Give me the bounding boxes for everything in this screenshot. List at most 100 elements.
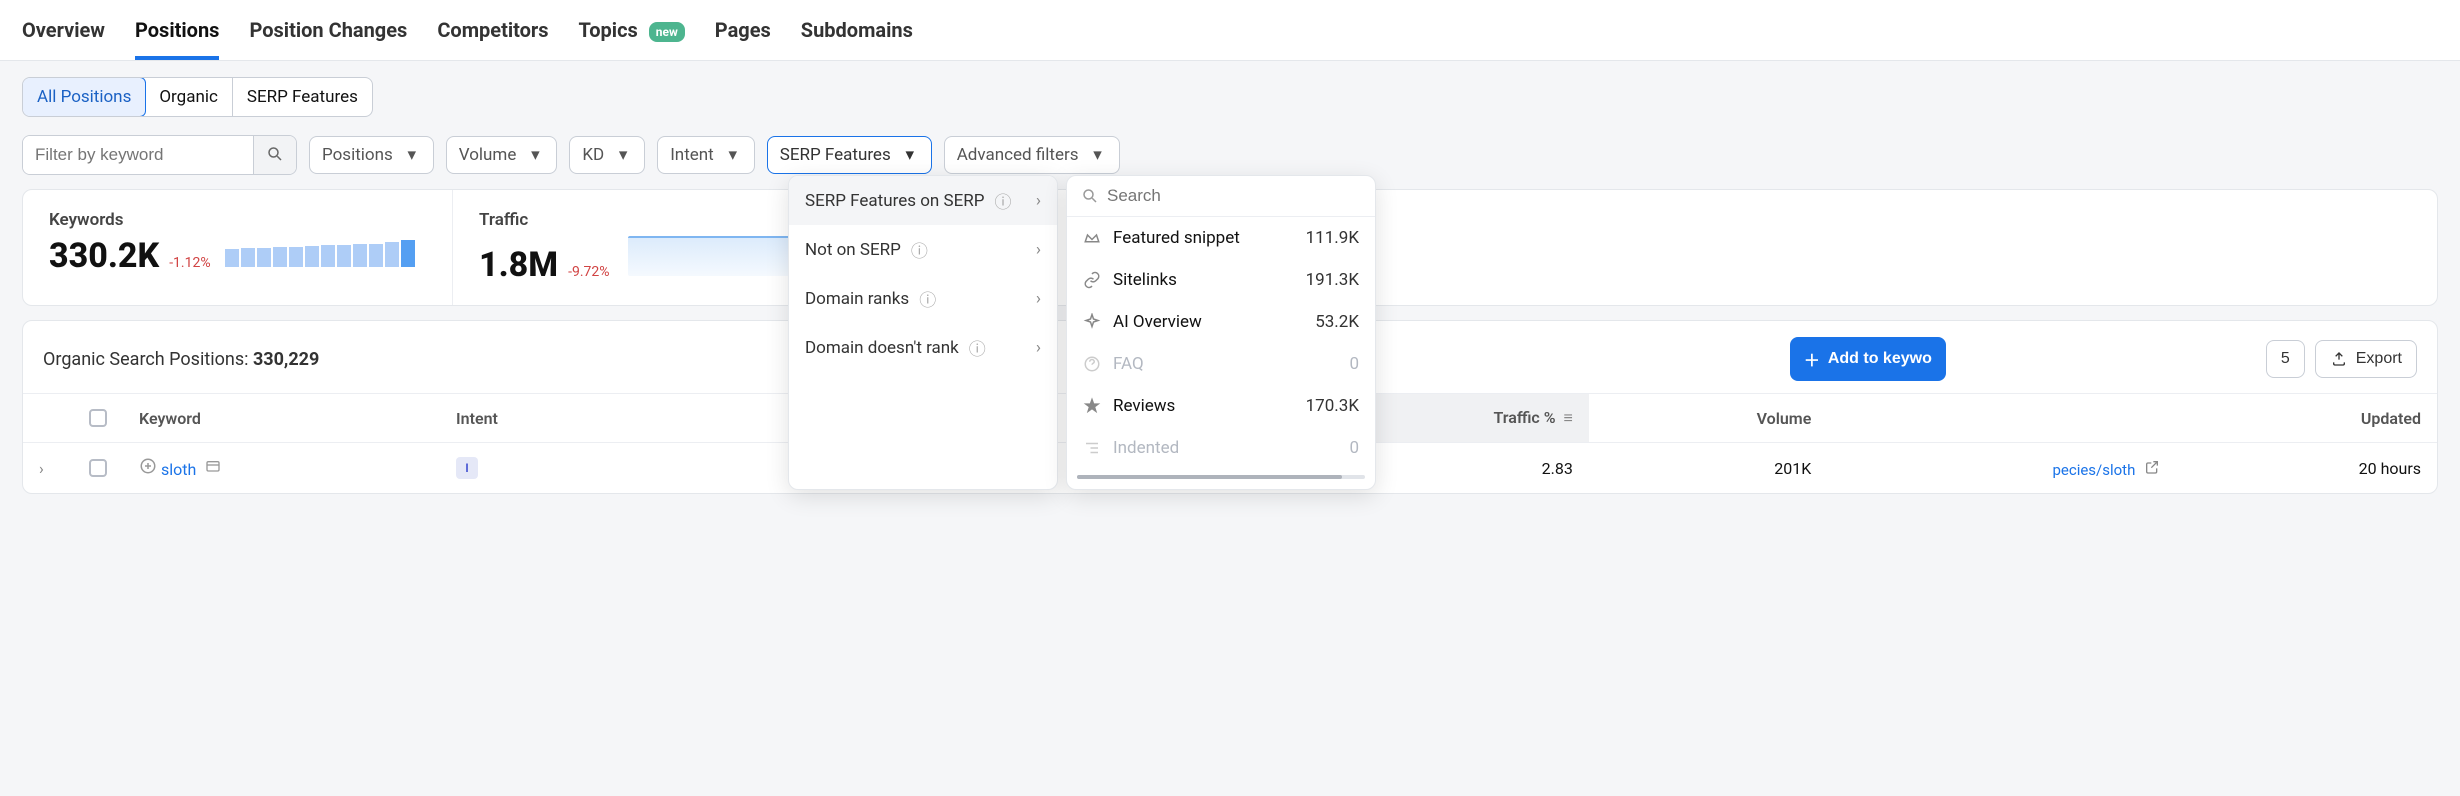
traffic-value: 1.8M: [479, 245, 558, 285]
serp-preview-icon[interactable]: [204, 458, 222, 476]
traffic-delta: -9.72%: [568, 264, 609, 280]
sort-icon: ≡: [1564, 408, 1573, 427]
subtab-all-positions[interactable]: All Positions: [22, 77, 146, 117]
info-icon[interactable]: ⓘ: [911, 237, 928, 262]
features-search-input[interactable]: [1107, 186, 1361, 206]
col-keyword[interactable]: Keyword: [123, 394, 440, 443]
manage-label: 5: [2281, 350, 2290, 368]
chevron-right-icon: ›: [1036, 289, 1041, 309]
chevron-down-icon: ▾: [724, 146, 742, 164]
add-to-keyword-button[interactable]: ＋ Add to keywo: [1790, 337, 1946, 381]
main-tabs: Overview Positions Position Changes Comp…: [0, 0, 2460, 61]
intent-badge: I: [456, 457, 478, 479]
keyword-filter-search-button[interactable]: [253, 136, 296, 174]
summary-keywords: Keywords 330.2K -1.12%: [23, 190, 453, 305]
external-link-icon[interactable]: [2143, 458, 2161, 476]
chevron-right-icon: ›: [1036, 191, 1041, 211]
filter-volume-label: Volume: [459, 145, 517, 165]
url-fragment[interactable]: pecies/sloth: [2052, 461, 2135, 479]
info-icon[interactable]: ⓘ: [969, 335, 986, 360]
chevron-down-icon: ▾: [403, 146, 421, 164]
feature-count: 53.2K: [1315, 312, 1359, 332]
tab-competitors[interactable]: Competitors: [437, 0, 548, 60]
summary-traffic: Traffic 1.8M -9.72%: [453, 190, 2437, 305]
info-icon[interactable]: ⓘ: [994, 188, 1011, 213]
plus-icon: ＋: [1804, 347, 1820, 371]
chevron-down-icon: ▾: [614, 146, 632, 164]
col-intent[interactable]: Intent: [440, 394, 643, 443]
features-scrollbar[interactable]: [1077, 475, 1365, 479]
feature-faq[interactable]: FAQ0: [1067, 343, 1375, 385]
filter-positions[interactable]: Positions ▾: [309, 136, 434, 174]
menu-label: Domain ranks: [805, 289, 909, 309]
star-icon: [1083, 397, 1101, 415]
subtab-serp-features[interactable]: SERP Features: [233, 78, 372, 116]
sparkle-icon: [1083, 313, 1101, 331]
tab-overview[interactable]: Overview: [22, 0, 105, 60]
export-icon: [2330, 350, 2348, 368]
info-icon[interactable]: ⓘ: [919, 286, 936, 311]
menu-label: SERP Features on SERP: [805, 191, 984, 211]
export-button[interactable]: Export: [2315, 340, 2417, 378]
menu-domain-doesnt-rank[interactable]: Domain doesn't rank ⓘ ›: [789, 323, 1057, 372]
filter-serp-features[interactable]: SERP Features ▾: [767, 136, 932, 174]
subtabs: All Positions Organic SERP Features: [0, 61, 2460, 127]
menu-domain-ranks[interactable]: Domain ranks ⓘ ›: [789, 274, 1057, 323]
tab-positions[interactable]: Positions: [135, 0, 219, 60]
filter-intent[interactable]: Intent ▾: [657, 136, 755, 174]
feature-count: 111.9K: [1306, 228, 1359, 248]
filter-kd[interactable]: KD ▾: [569, 136, 645, 174]
filter-advanced[interactable]: Advanced filters ▾: [944, 136, 1120, 174]
col-volume[interactable]: Volume: [1589, 394, 1827, 443]
feature-count: 170.3K: [1306, 396, 1359, 416]
chevron-down-icon: ▾: [901, 146, 919, 164]
manage-columns-button[interactable]: 5: [2266, 340, 2305, 378]
feature-indented[interactable]: Indented 0: [1067, 427, 1375, 469]
expand-row-icon[interactable]: ›: [39, 459, 44, 478]
filter-advanced-label: Advanced filters: [957, 145, 1079, 165]
table-title: Organic Search Positions: 330,229: [43, 349, 319, 370]
chevron-right-icon: ›: [1036, 240, 1041, 260]
subtab-organic[interactable]: Organic: [145, 78, 233, 116]
keyword-link[interactable]: sloth: [161, 460, 196, 479]
search-icon: [266, 145, 284, 163]
filter-volume[interactable]: Volume ▾: [446, 136, 558, 174]
row-checkbox[interactable]: [89, 459, 107, 477]
col-updated[interactable]: Updated: [2177, 394, 2437, 443]
serp-features-submenu: Featured snippet111.9KSitelinks191.3KAI …: [1066, 175, 1376, 490]
tab-subdomains[interactable]: Subdomains: [801, 0, 913, 60]
tab-pages[interactable]: Pages: [715, 0, 771, 60]
filter-serp-features-label: SERP Features: [780, 145, 891, 165]
feature-name: Indented: [1113, 438, 1179, 458]
table-title-count: 330,229: [253, 349, 319, 370]
new-badge: new: [649, 22, 685, 42]
feature-name: Reviews: [1113, 396, 1175, 416]
feature-ai-overview[interactable]: AI Overview 53.2K: [1067, 301, 1375, 343]
feature-name: AI Overview: [1113, 312, 1202, 332]
menu-serp-features-on-serp[interactable]: SERP Features on SERP ⓘ ›: [789, 176, 1057, 225]
feature-count: 0: [1349, 438, 1359, 458]
tab-topics[interactable]: Topics new: [579, 0, 685, 60]
select-all-checkbox[interactable]: [89, 409, 107, 427]
feature-featured-snippet[interactable]: Featured snippet111.9K: [1067, 217, 1375, 259]
keywords-delta: -1.12%: [169, 255, 210, 271]
features-search: [1067, 176, 1375, 217]
feature-reviews[interactable]: Reviews 170.3K: [1067, 385, 1375, 427]
filter-intent-label: Intent: [670, 145, 714, 165]
table-title-prefix: Organic Search Positions:: [43, 349, 253, 370]
keyword-filter-input[interactable]: [23, 136, 253, 174]
faq-icon: [1083, 355, 1101, 373]
tab-topics-label: Topics: [579, 18, 638, 42]
col-traffic-pct-label: Traffic %: [1493, 408, 1555, 427]
filter-kd-label: KD: [582, 145, 604, 165]
add-icon[interactable]: [139, 457, 157, 475]
tab-position-changes[interactable]: Position Changes: [249, 0, 407, 60]
feature-name: FAQ: [1113, 354, 1144, 374]
keywords-value: 330.2K: [49, 236, 159, 276]
menu-not-on-serp[interactable]: Not on SERP ⓘ ›: [789, 225, 1057, 274]
feature-sitelinks[interactable]: Sitelinks191.3K: [1067, 259, 1375, 301]
keywords-sparkline: [225, 237, 415, 267]
crown-icon: [1083, 229, 1101, 247]
chevron-down-icon: ▾: [1089, 146, 1107, 164]
feature-name: Sitelinks: [1113, 270, 1177, 290]
